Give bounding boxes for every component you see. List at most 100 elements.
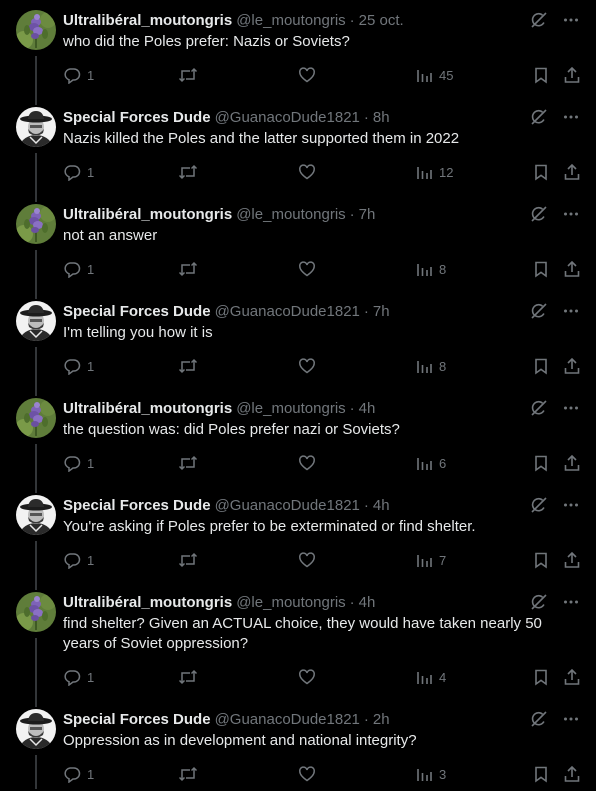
bookmark-button[interactable] bbox=[532, 65, 550, 85]
tweet[interactable]: Special Forces Dude @GuanacoDude1821 · 7… bbox=[0, 301, 596, 396]
timestamp[interactable]: 7h bbox=[373, 303, 390, 320]
bookmark-button[interactable] bbox=[532, 453, 550, 473]
more-icon[interactable] bbox=[562, 108, 580, 126]
like-button[interactable] bbox=[298, 764, 316, 784]
share-button[interactable] bbox=[563, 667, 581, 687]
retweet-button[interactable] bbox=[178, 356, 198, 376]
more-icon[interactable] bbox=[562, 710, 580, 728]
grok-icon[interactable] bbox=[530, 11, 548, 29]
author-handle[interactable]: @GuanacoDude1821 bbox=[215, 303, 360, 320]
tweet[interactable]: Ultralibéral_moutongris @le_moutongris ·… bbox=[0, 10, 596, 105]
bookmark-button[interactable] bbox=[532, 764, 550, 784]
author-name[interactable]: Special Forces Dude bbox=[63, 303, 211, 320]
views-button[interactable]: 12 bbox=[415, 162, 453, 182]
views-button[interactable]: 3 bbox=[415, 764, 446, 784]
bookmark-button[interactable] bbox=[532, 550, 550, 570]
avatar[interactable] bbox=[16, 495, 56, 535]
like-button[interactable] bbox=[298, 65, 316, 85]
views-button[interactable]: 45 bbox=[415, 65, 453, 85]
share-button[interactable] bbox=[563, 259, 581, 279]
like-button[interactable] bbox=[298, 356, 316, 376]
tweet[interactable]: Ultralibéral_moutongris @le_moutongris ·… bbox=[0, 204, 596, 299]
timestamp[interactable]: 2h bbox=[373, 711, 390, 728]
like-button[interactable] bbox=[298, 550, 316, 570]
timestamp[interactable]: 4h bbox=[373, 497, 390, 514]
views-button[interactable]: 8 bbox=[415, 259, 446, 279]
reply-button[interactable]: 1 bbox=[63, 550, 94, 570]
reply-button[interactable]: 1 bbox=[63, 764, 94, 784]
more-icon[interactable] bbox=[562, 302, 580, 320]
bookmark-button[interactable] bbox=[532, 667, 550, 687]
reply-button[interactable]: 1 bbox=[63, 667, 94, 687]
reply-button[interactable]: 1 bbox=[63, 162, 94, 182]
tweet[interactable]: Special Forces Dude @GuanacoDude1821 · 2… bbox=[0, 709, 596, 789]
avatar[interactable] bbox=[16, 107, 56, 147]
grok-icon[interactable] bbox=[530, 302, 548, 320]
grok-icon[interactable] bbox=[530, 710, 548, 728]
views-button[interactable]: 6 bbox=[415, 453, 446, 473]
views-button[interactable]: 4 bbox=[415, 667, 446, 687]
share-button[interactable] bbox=[563, 162, 581, 182]
bookmark-button[interactable] bbox=[532, 259, 550, 279]
avatar[interactable] bbox=[16, 398, 56, 438]
timestamp[interactable]: 8h bbox=[373, 109, 390, 126]
like-button[interactable] bbox=[298, 162, 316, 182]
tweet[interactable]: Ultralibéral_moutongris @le_moutongris ·… bbox=[0, 398, 596, 493]
author-name[interactable]: Special Forces Dude bbox=[63, 497, 211, 514]
share-button[interactable] bbox=[563, 356, 581, 376]
author-handle[interactable]: @GuanacoDude1821 bbox=[215, 497, 360, 514]
timestamp[interactable]: 25 oct. bbox=[359, 12, 404, 29]
retweet-button[interactable] bbox=[178, 259, 198, 279]
grok-icon[interactable] bbox=[530, 593, 548, 611]
more-icon[interactable] bbox=[562, 11, 580, 29]
author-name[interactable]: Special Forces Dude bbox=[63, 109, 211, 126]
views-button[interactable]: 7 bbox=[415, 550, 446, 570]
more-icon[interactable] bbox=[562, 205, 580, 223]
bookmark-button[interactable] bbox=[532, 162, 550, 182]
share-button[interactable] bbox=[563, 764, 581, 784]
author-name[interactable]: Ultralibéral_moutongris bbox=[63, 12, 232, 29]
author-name[interactable]: Ultralibéral_moutongris bbox=[63, 400, 232, 417]
retweet-button[interactable] bbox=[178, 453, 198, 473]
bookmark-button[interactable] bbox=[532, 356, 550, 376]
more-icon[interactable] bbox=[562, 593, 580, 611]
share-button[interactable] bbox=[563, 65, 581, 85]
views-button[interactable]: 8 bbox=[415, 356, 446, 376]
like-button[interactable] bbox=[298, 667, 316, 687]
author-handle[interactable]: @GuanacoDude1821 bbox=[215, 711, 360, 728]
avatar[interactable] bbox=[16, 592, 56, 632]
more-icon[interactable] bbox=[562, 399, 580, 417]
author-handle[interactable]: @le_moutongris bbox=[236, 594, 345, 611]
more-icon[interactable] bbox=[562, 496, 580, 514]
like-button[interactable] bbox=[298, 453, 316, 473]
author-handle[interactable]: @GuanacoDude1821 bbox=[215, 109, 360, 126]
avatar[interactable] bbox=[16, 301, 56, 341]
retweet-button[interactable] bbox=[178, 667, 198, 687]
timestamp[interactable]: 4h bbox=[359, 400, 376, 417]
reply-button[interactable]: 1 bbox=[63, 453, 94, 473]
author-handle[interactable]: @le_moutongris bbox=[236, 206, 345, 223]
avatar[interactable] bbox=[16, 709, 56, 749]
share-button[interactable] bbox=[563, 453, 581, 473]
author-handle[interactable]: @le_moutongris bbox=[236, 400, 345, 417]
retweet-button[interactable] bbox=[178, 550, 198, 570]
grok-icon[interactable] bbox=[530, 496, 548, 514]
author-name[interactable]: Ultralibéral_moutongris bbox=[63, 594, 232, 611]
reply-button[interactable]: 1 bbox=[63, 356, 94, 376]
author-handle[interactable]: @le_moutongris bbox=[236, 12, 345, 29]
author-name[interactable]: Special Forces Dude bbox=[63, 711, 211, 728]
like-button[interactable] bbox=[298, 259, 316, 279]
timestamp[interactable]: 4h bbox=[359, 594, 376, 611]
retweet-button[interactable] bbox=[178, 764, 198, 784]
retweet-button[interactable] bbox=[178, 65, 198, 85]
author-name[interactable]: Ultralibéral_moutongris bbox=[63, 206, 232, 223]
retweet-button[interactable] bbox=[178, 162, 198, 182]
timestamp[interactable]: 7h bbox=[359, 206, 376, 223]
avatar[interactable] bbox=[16, 204, 56, 244]
tweet[interactable]: Special Forces Dude @GuanacoDude1821 · 8… bbox=[0, 107, 596, 202]
grok-icon[interactable] bbox=[530, 399, 548, 417]
avatar[interactable] bbox=[16, 10, 56, 50]
tweet[interactable]: Special Forces Dude @GuanacoDude1821 · 4… bbox=[0, 495, 596, 590]
share-button[interactable] bbox=[563, 550, 581, 570]
grok-icon[interactable] bbox=[530, 108, 548, 126]
